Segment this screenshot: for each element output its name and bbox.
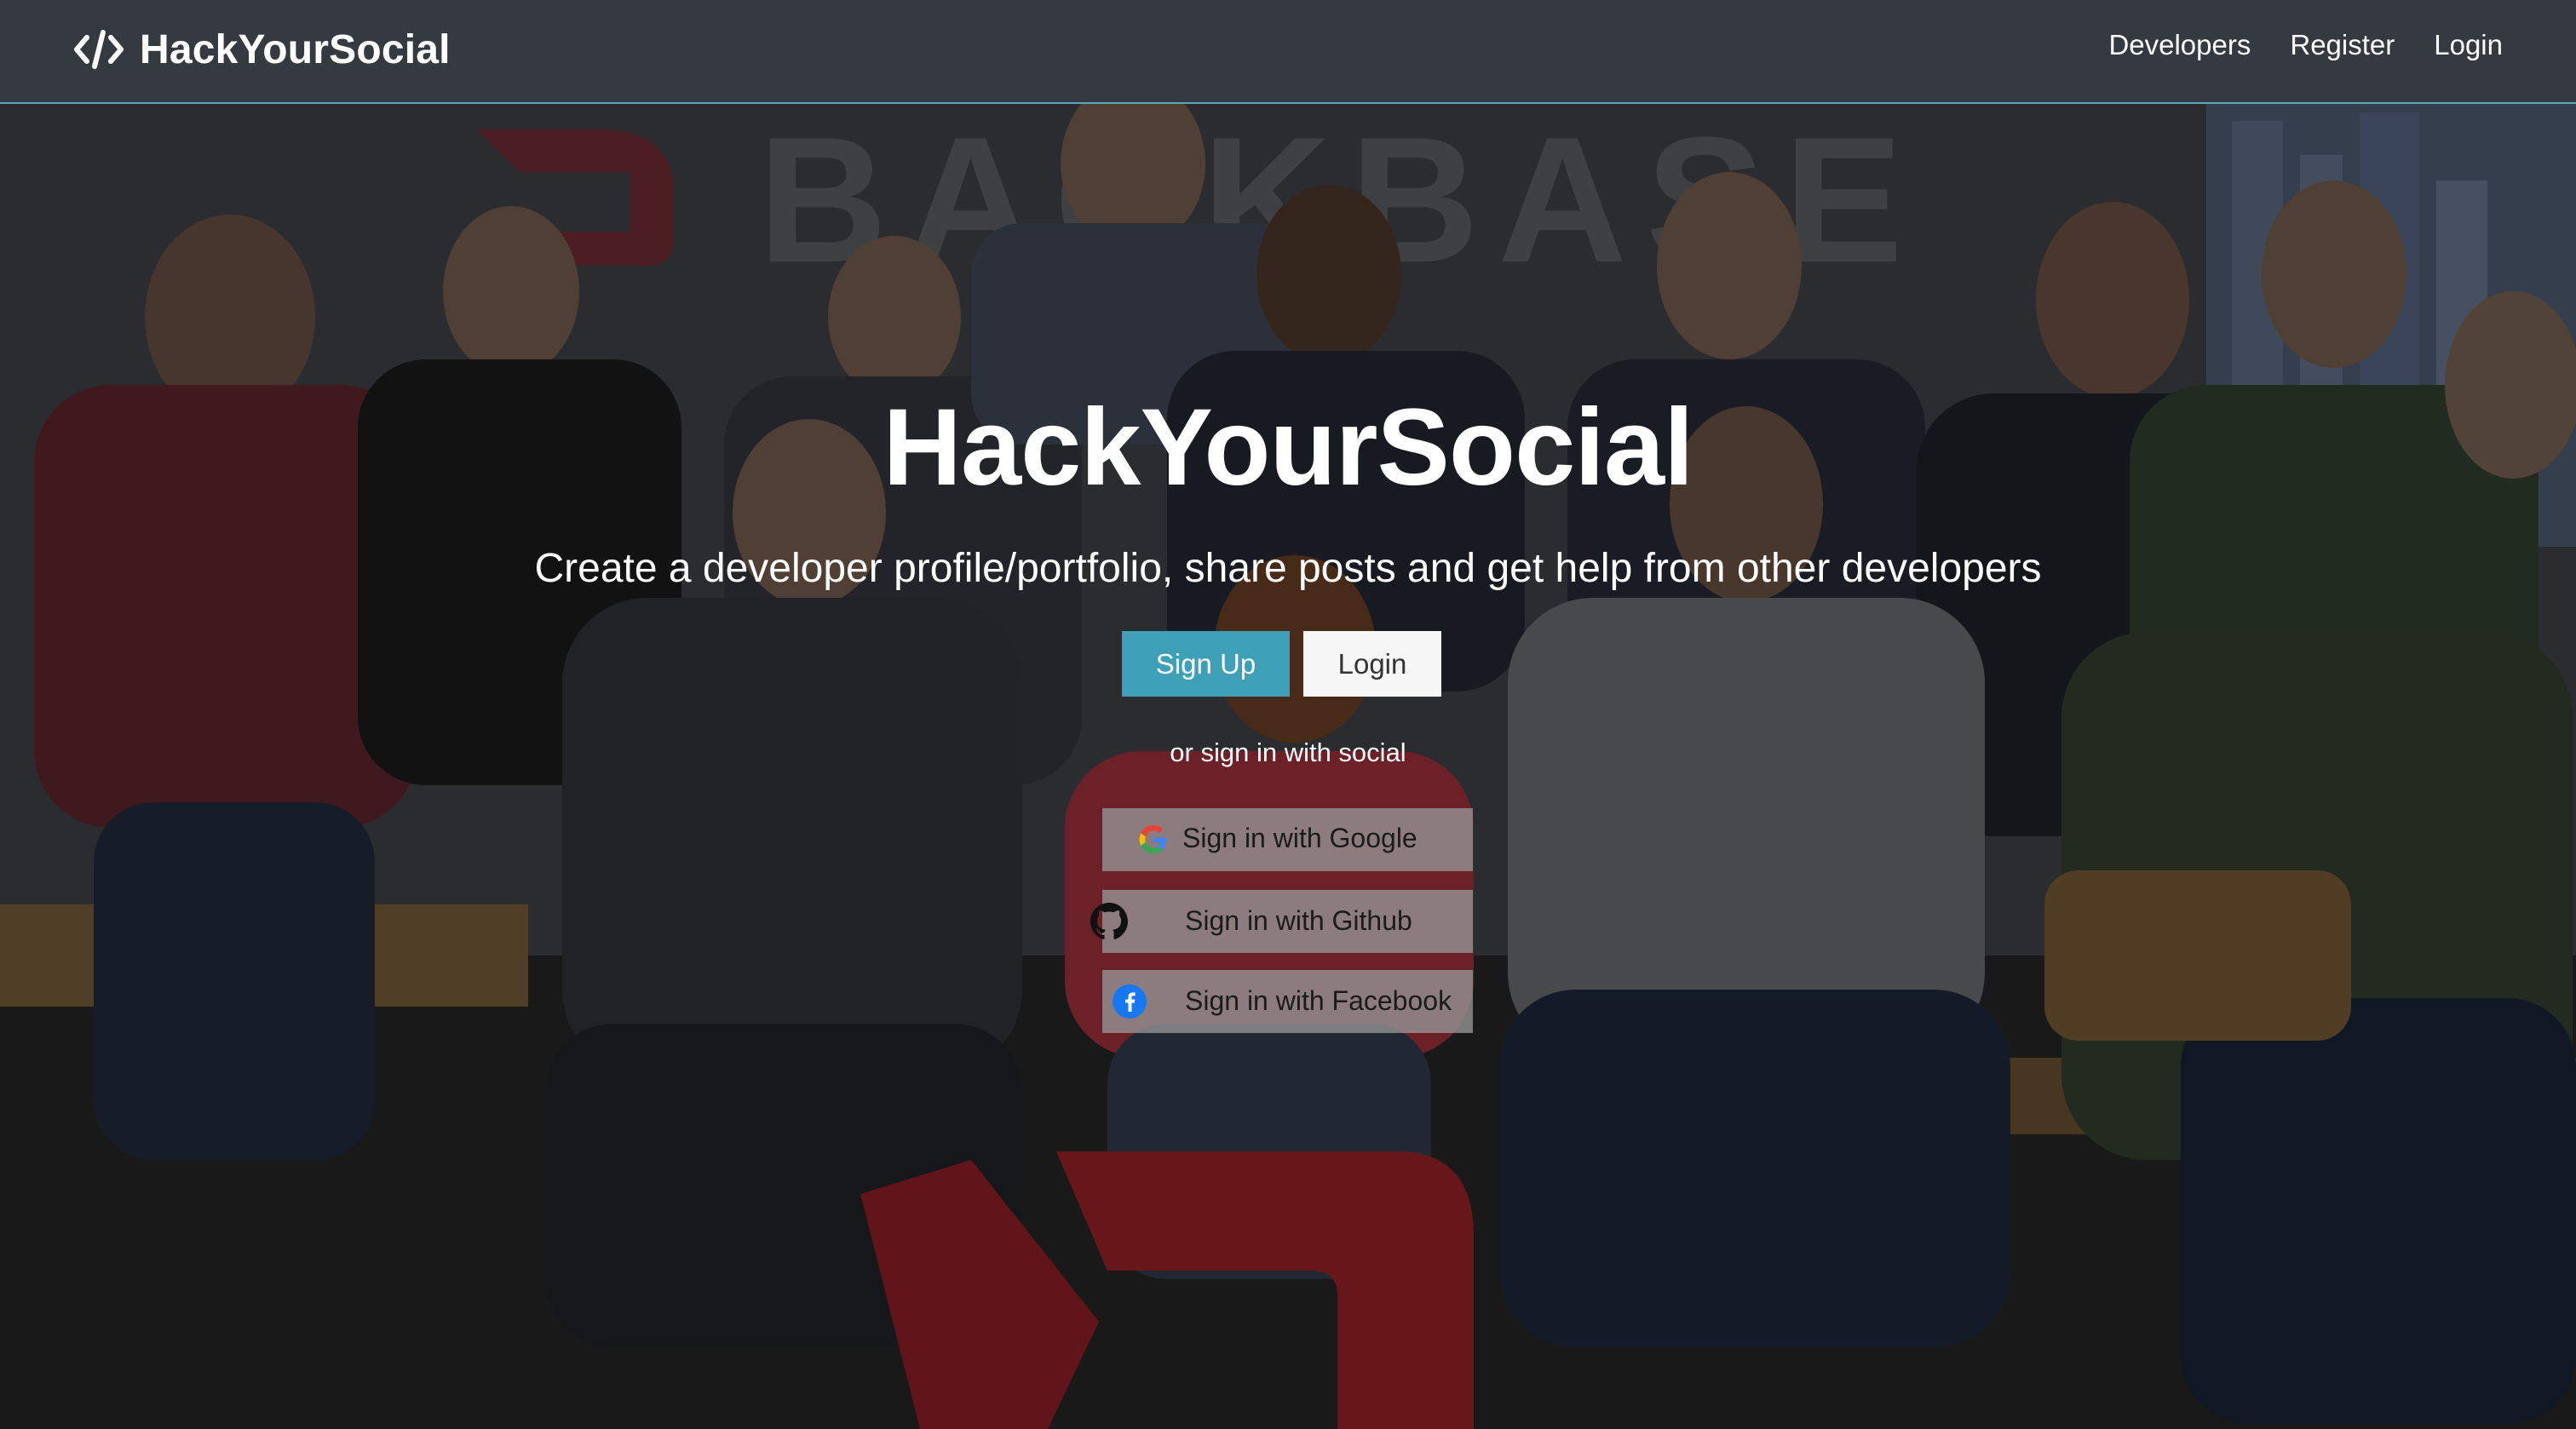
google-signin-label: Sign in with Google — [1182, 823, 1417, 853]
nav-link-register[interactable]: Register — [2290, 29, 2395, 61]
google-signin-button[interactable]: Sign in with Google — [1102, 808, 1473, 871]
nav-links: Developers Register Login — [2108, 29, 2503, 61]
github-signin-label: Sign in with Github — [1185, 905, 1412, 936]
nav-link-login[interactable]: Login — [2434, 29, 2503, 61]
facebook-signin-button[interactable]: Sign in with Facebook — [1102, 970, 1473, 1033]
brand-link[interactable]: HackYourSocial — [73, 24, 451, 75]
nav-link-developers[interactable]: Developers — [2108, 29, 2251, 61]
auth-buttons: Sign Up Login — [1122, 631, 1441, 697]
sign-up-button[interactable]: Sign Up — [1122, 631, 1290, 697]
github-signin-button[interactable]: Sign in with Github — [1090, 890, 1473, 953]
code-icon — [73, 29, 124, 70]
hero-title: HackYourSocial — [883, 387, 1693, 508]
top-navbar: HackYourSocial Developers Register Login — [0, 0, 2576, 104]
hero-content: HackYourSocial Create a developer profil… — [0, 104, 2576, 1429]
brand-name: HackYourSocial — [140, 26, 451, 72]
landing-page: HackYourSocial Developers Register Login… — [0, 0, 2576, 1429]
facebook-signin-label: Sign in with Facebook — [1185, 985, 1452, 1016]
hero-section: BACKBASE — [0, 104, 2576, 1429]
login-button[interactable]: Login — [1303, 631, 1441, 697]
social-signin-label: or sign in with social — [1170, 737, 1406, 767]
hero-subtitle: Create a developer profile/portfolio, sh… — [534, 546, 2042, 591]
